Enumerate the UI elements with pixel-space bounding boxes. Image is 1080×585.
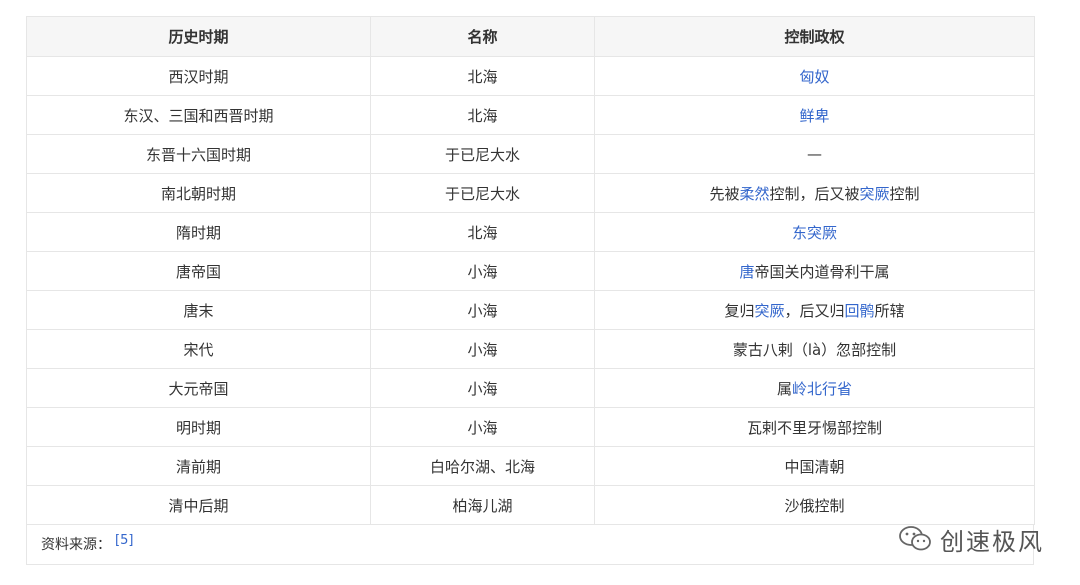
table-row: 南北朝时期 于已尼大水 先被柔然控制，后又被突厥控制: [26, 173, 1035, 213]
cell-control: 属岭北行省: [594, 368, 1035, 408]
control-text: 瓦剌不里牙惕部控制: [746, 418, 882, 437]
control-link[interactable]: 东突厥: [792, 224, 837, 242]
control-link[interactable]: 柔然: [739, 185, 769, 203]
cell-control: 东突厥: [594, 212, 1035, 252]
header-name: 名称: [370, 16, 595, 57]
source-note: 资料来源： [5]: [26, 525, 1034, 565]
wechat-icon: [899, 526, 931, 551]
control-link[interactable]: 突厥: [860, 185, 890, 203]
history-table-container: 历史时期 名称 控制政权 西汉时期 北海 匈奴 东汉、三国和西晋时期 北海 鲜卑 东晋十六国…: [26, 16, 1035, 565]
control-text: 控制，后又被: [769, 184, 860, 203]
table-row: 清前期 白哈尔湖、北海 中国清朝: [26, 446, 1035, 486]
cell-period: 隋时期: [26, 212, 371, 252]
control-text: 中国清朝: [784, 457, 845, 476]
cell-name: 白哈尔湖、北海: [370, 446, 595, 486]
cell-period: 南北朝时期: [26, 173, 371, 213]
cell-name: 于已尼大水: [370, 173, 595, 213]
table-row: 东晋十六国时期 于已尼大水 —: [26, 134, 1035, 174]
cell-period: 唐帝国: [26, 251, 371, 291]
control-link[interactable]: 回鹘: [845, 302, 875, 320]
watermark-text: 创速极风: [940, 527, 1044, 556]
cell-control: 复归突厥，后又归回鹘所辖: [594, 290, 1035, 330]
control-text: —: [807, 145, 822, 163]
table-row: 大元帝国 小海 属岭北行省: [26, 368, 1035, 408]
table-row: 唐帝国 小海 唐帝国关内道骨利干属: [26, 251, 1035, 291]
source-label: 资料来源：: [41, 537, 111, 553]
control-text: 所辖: [874, 301, 905, 320]
table-header-row: 历史时期 名称 控制政权: [26, 16, 1035, 57]
cell-period: 大元帝国: [26, 368, 371, 408]
reference-link[interactable]: [5]: [115, 533, 133, 548]
cell-control: 蒙古八剌（là）忽部控制: [594, 329, 1035, 369]
cell-name: 于已尼大水: [370, 134, 595, 174]
cell-period: 东晋十六国时期: [26, 134, 371, 174]
cell-name: 小海: [370, 251, 595, 291]
table-row: 西汉时期 北海 匈奴: [26, 56, 1035, 96]
cell-period: 东汉、三国和西晋时期: [26, 95, 371, 135]
watermark: 创速极风: [898, 519, 1044, 559]
cell-control: 鲜卑: [594, 95, 1035, 135]
cell-control: 唐帝国关内道骨利干属: [594, 251, 1035, 291]
table-row: 宋代 小海 蒙古八剌（là）忽部控制: [26, 329, 1035, 369]
control-text: 先被: [709, 184, 740, 203]
cell-name: 小海: [370, 368, 595, 408]
cell-control: —: [594, 134, 1035, 174]
table-row: 隋时期 北海 东突厥: [26, 212, 1035, 252]
cell-name: 柏海儿湖: [370, 485, 595, 525]
cell-name: 北海: [370, 56, 595, 96]
header-control: 控制政权: [594, 16, 1035, 57]
table-body: 西汉时期 北海 匈奴 东汉、三国和西晋时期 北海 鲜卑 东晋十六国时期 于已尼大水 — 南北朝时期…: [26, 56, 1035, 525]
control-link[interactable]: 鲜卑: [799, 107, 829, 125]
cell-name: 北海: [370, 95, 595, 135]
cell-name: 小海: [370, 329, 595, 369]
table-row: 唐末 小海 复归突厥，后又归回鹘所辖: [26, 290, 1035, 330]
cell-control: 瓦剌不里牙惕部控制: [594, 407, 1035, 447]
cell-name: 小海: [370, 290, 595, 330]
cell-name: 小海: [370, 407, 595, 447]
header-period: 历史时期: [26, 16, 371, 57]
control-link[interactable]: 匈奴: [799, 68, 829, 86]
cell-name: 北海: [370, 212, 595, 252]
table-row: 东汉、三国和西晋时期 北海 鲜卑: [26, 95, 1035, 135]
table-row: 清中后期 柏海儿湖 沙俄控制: [26, 485, 1035, 525]
cell-control: 匈奴: [594, 56, 1035, 96]
cell-control: 中国清朝: [594, 446, 1035, 486]
control-text: 帝国关内道骨利干属: [754, 262, 890, 281]
control-link[interactable]: 突厥: [754, 302, 784, 320]
control-link[interactable]: 岭北行省: [792, 380, 852, 398]
control-link[interactable]: 唐: [739, 263, 754, 281]
history-table: 历史时期 名称 控制政权 西汉时期 北海 匈奴 东汉、三国和西晋时期 北海 鲜卑 东晋十六国…: [26, 16, 1035, 525]
control-text: 属: [776, 379, 792, 398]
control-text: 复归: [724, 301, 755, 320]
table-row: 明时期 小海 瓦剌不里牙惕部控制: [26, 407, 1035, 447]
control-text: 沙俄控制: [784, 496, 845, 515]
cell-period: 唐末: [26, 290, 371, 330]
control-text: 控制: [889, 184, 920, 203]
cell-period: 宋代: [26, 329, 371, 369]
cell-period: 清中后期: [26, 485, 371, 525]
cell-period: 清前期: [26, 446, 371, 486]
control-text: ，后又归: [784, 301, 845, 320]
cell-period: 明时期: [26, 407, 371, 447]
cell-period: 西汉时期: [26, 56, 371, 96]
control-text: 蒙古八剌（là）忽部控制: [732, 340, 897, 359]
cell-control: 先被柔然控制，后又被突厥控制: [594, 173, 1035, 213]
